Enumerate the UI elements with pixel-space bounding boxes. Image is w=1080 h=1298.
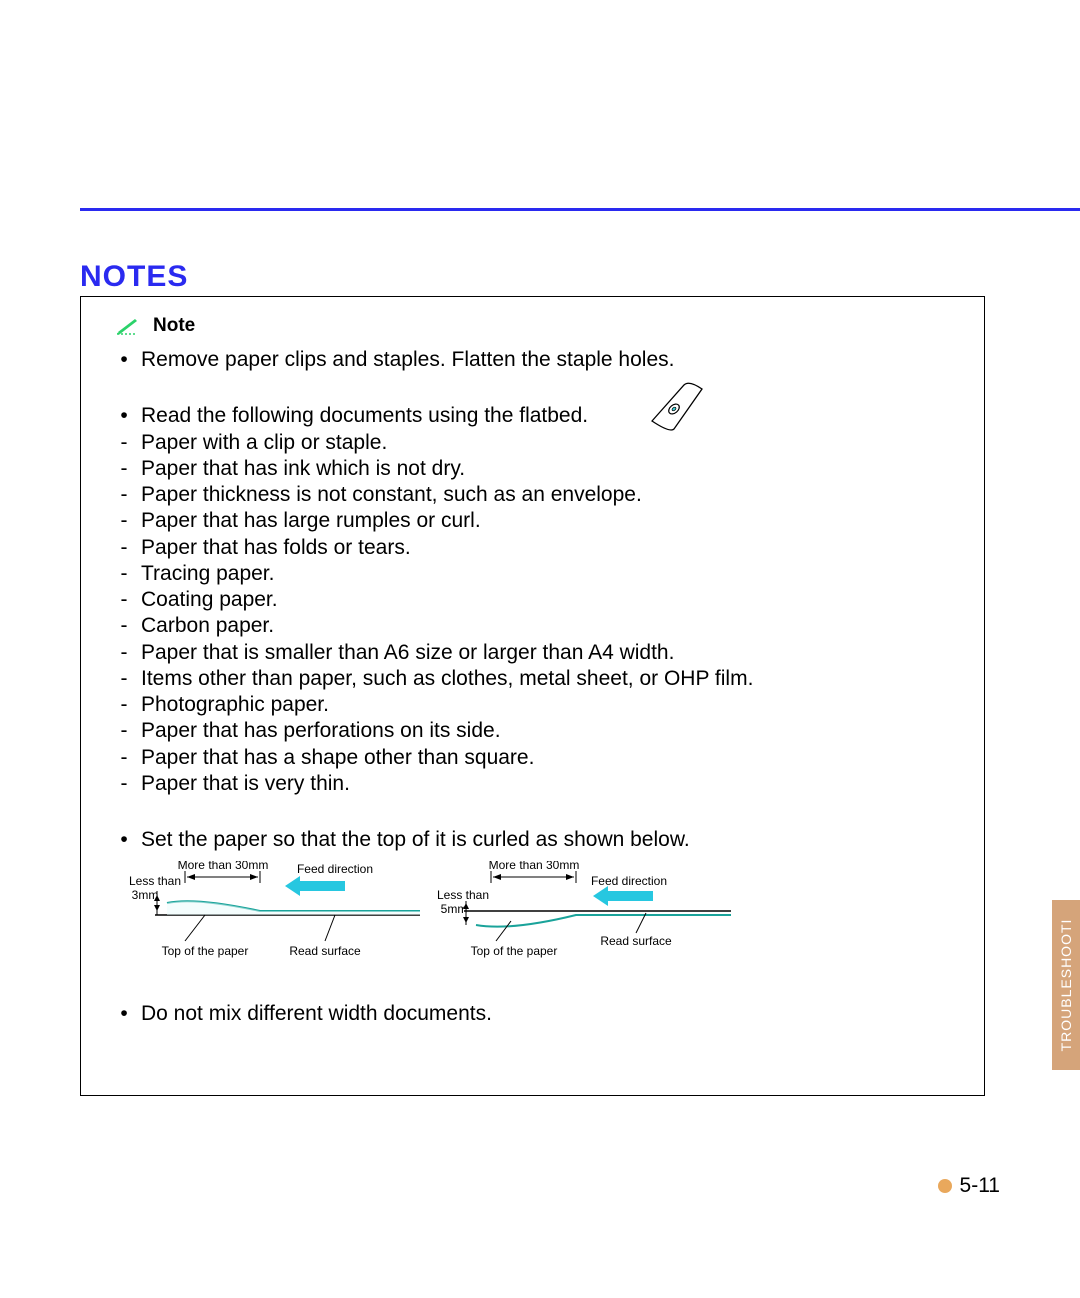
list-item-text: Paper that has ink which is not dry.: [141, 456, 465, 482]
bullet-dot-icon: •: [115, 403, 133, 429]
list-item: -Tracing paper.: [115, 561, 960, 587]
curl-diagram-1-icon: More than 30mm Feed direction Less than …: [125, 861, 430, 971]
dash-icon: -: [115, 430, 133, 456]
side-tab-label: TROUBLESHOOTI: [1058, 919, 1074, 1052]
bullet-text: Remove paper clips and staples. Flatten …: [141, 347, 674, 373]
bullet-text: Set the paper so that the top of it is c…: [141, 827, 690, 853]
label: Read surface: [600, 934, 672, 948]
bullet-item: • Read the following documents using the…: [115, 403, 960, 429]
flatbed-list: -Paper with a clip or staple.-Paper that…: [115, 430, 960, 798]
dash-icon: -: [115, 613, 133, 639]
dash-icon: -: [115, 561, 133, 587]
content: • Remove paper clips and staples. Flatte…: [115, 347, 960, 1028]
page-footer: 5-11: [938, 1174, 1000, 1198]
dash-icon: -: [115, 771, 133, 797]
label: Top of the paper: [162, 944, 249, 958]
dash-icon: -: [115, 692, 133, 718]
bullet-dot-icon: •: [115, 827, 133, 853]
footer-bullet-icon: [938, 1179, 952, 1193]
list-item: -Paper that has folds or tears.: [115, 535, 960, 561]
label: Read surface: [289, 944, 361, 958]
dash-icon: -: [115, 482, 133, 508]
notes-box: Note • Remove paper clips and staples. F…: [80, 296, 985, 1096]
list-item-text: Paper that has a shape other than square…: [141, 745, 534, 771]
bullet-item: • Do not mix different width documents.: [115, 1001, 960, 1027]
side-tab: TROUBLESHOOTI: [1052, 900, 1080, 1070]
label: Less than: [437, 888, 489, 902]
dash-icon: -: [115, 587, 133, 613]
dash-icon: -: [115, 745, 133, 771]
curl-diagram-2-icon: More than 30mm Feed direction Less than …: [436, 861, 741, 971]
bullet-item: • Set the paper so that the top of it is…: [115, 827, 960, 853]
bullet-dot-icon: •: [115, 1001, 133, 1027]
list-item-text: Carbon paper.: [141, 613, 274, 639]
bullet-dot-icon: •: [115, 347, 133, 373]
dash-icon: -: [115, 718, 133, 744]
label: 3mm: [132, 888, 159, 902]
list-item-text: Paper that has folds or tears.: [141, 535, 411, 561]
dash-icon: -: [115, 640, 133, 666]
list-item: -Paper that has a shape other than squar…: [115, 745, 960, 771]
label: Less than: [129, 874, 181, 888]
list-item-text: Paper with a clip or staple.: [141, 430, 387, 456]
section-title: NOTES: [80, 260, 188, 294]
diagram-row: More than 30mm Feed direction Less than …: [125, 861, 960, 971]
list-item-text: Paper that has large rumples or curl.: [141, 508, 481, 534]
list-item-text: Photographic paper.: [141, 692, 329, 718]
bullet-item: • Remove paper clips and staples. Flatte…: [115, 347, 960, 373]
list-item-text: Items other than paper, such as clothes,…: [141, 666, 753, 692]
staple-diagram-icon: [644, 377, 714, 437]
list-item-text: Coating paper.: [141, 587, 278, 613]
dash-icon: -: [115, 535, 133, 561]
list-item: -Coating paper.: [115, 587, 960, 613]
note-label: Note: [153, 315, 195, 337]
list-item-text: Paper that is smaller than A6 size or la…: [141, 640, 674, 666]
header-rule: [80, 208, 1080, 211]
dash-icon: -: [115, 456, 133, 482]
bullet-text: Read the following documents using the f…: [141, 403, 588, 429]
dash-icon: -: [115, 666, 133, 692]
list-item-text: Paper that has perforations on its side.: [141, 718, 501, 744]
list-item: -Paper that is very thin.: [115, 771, 960, 797]
list-item: -Paper that has large rumples or curl.: [115, 508, 960, 534]
list-item: -Paper with a clip or staple.: [115, 430, 960, 456]
note-header: Note: [115, 315, 960, 337]
list-item: -Paper that is smaller than A6 size or l…: [115, 640, 960, 666]
bullet-text: Do not mix different width documents.: [141, 1001, 492, 1027]
list-item: -Photographic paper.: [115, 692, 960, 718]
dash-icon: -: [115, 508, 133, 534]
list-item-text: Paper thickness is not constant, such as…: [141, 482, 642, 508]
label: Top of the paper: [471, 944, 558, 958]
page-number: 5-11: [960, 1174, 1000, 1198]
note-pen-icon: [115, 317, 143, 335]
list-item: -Paper thickness is not constant, such a…: [115, 482, 960, 508]
list-item: -Paper that has perforations on its side…: [115, 718, 960, 744]
list-item: -Paper that has ink which is not dry.: [115, 456, 960, 482]
list-item: -Carbon paper.: [115, 613, 960, 639]
label: More than 30mm: [489, 861, 580, 872]
label: Feed direction: [591, 874, 667, 888]
list-item-text: Paper that is very thin.: [141, 771, 350, 797]
label: Feed direction: [297, 862, 373, 876]
list-item-text: Tracing paper.: [141, 561, 274, 587]
label: More than 30mm: [178, 861, 269, 872]
list-item: -Items other than paper, such as clothes…: [115, 666, 960, 692]
